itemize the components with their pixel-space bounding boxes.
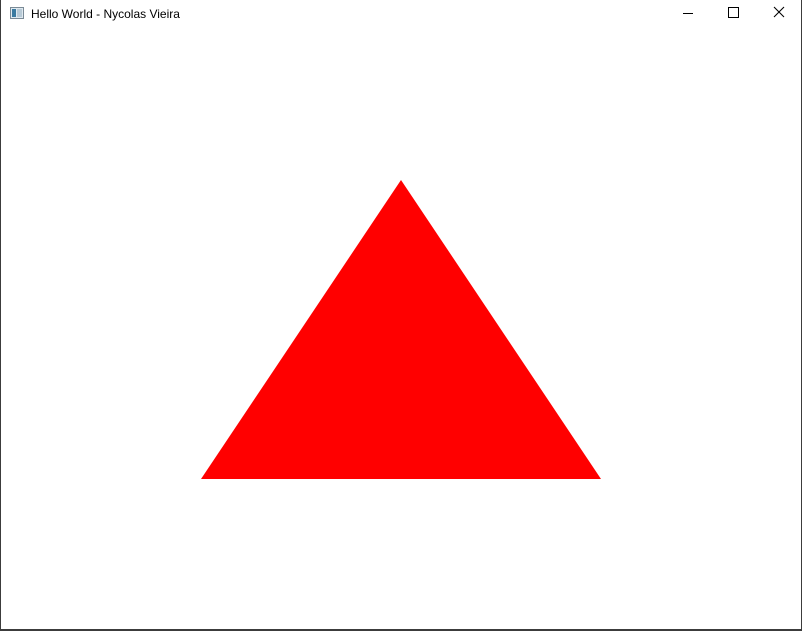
close-icon <box>773 6 785 18</box>
minimize-icon <box>683 13 693 14</box>
maximize-icon <box>728 7 739 18</box>
render-surface <box>201 180 601 479</box>
app-window-icon <box>10 7 24 19</box>
close-button[interactable] <box>756 0 802 29</box>
app-window: Hello World - Nycolas Vieira <box>0 0 802 631</box>
window-title: Hello World - Nycolas Vieira <box>31 7 180 21</box>
title-bar[interactable]: Hello World - Nycolas Vieira <box>1 0 801 29</box>
render-canvas[interactable] <box>1 29 801 629</box>
minimize-button[interactable] <box>665 0 711 29</box>
maximize-button[interactable] <box>711 0 757 29</box>
red-triangle <box>201 180 601 479</box>
